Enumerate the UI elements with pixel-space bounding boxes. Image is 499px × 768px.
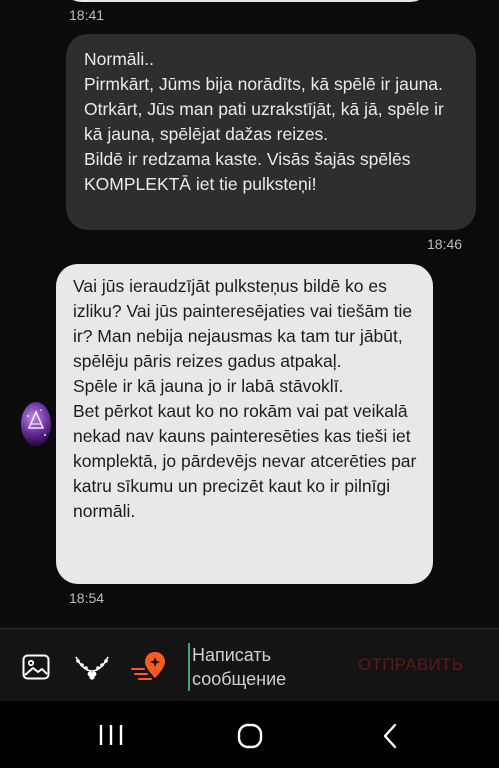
gallery-icon[interactable] [22, 654, 50, 680]
back-icon[interactable] [380, 723, 400, 749]
sticker-icon[interactable] [73, 653, 111, 681]
previous-message-bubble [60, 0, 432, 2]
message-timestamp: 18:41 [69, 7, 105, 23]
message-composer: Написать сообщение ОТПРАВИТЬ [0, 628, 499, 701]
message-timestamp: 18:54 [69, 590, 105, 606]
location-icon[interactable] [130, 649, 170, 685]
incoming-message[interactable]: Vai jūs ieraudzījāt pulksteņus bildē ko … [56, 264, 433, 584]
system-navigation-bar [0, 701, 499, 768]
recents-icon[interactable] [98, 723, 124, 747]
home-icon[interactable] [236, 723, 264, 749]
message-input[interactable]: Написать сообщение [188, 643, 348, 691]
send-button[interactable]: ОТПРАВИТЬ [358, 655, 482, 675]
chat-screen: 18:41 Normāli.. Pirmkārt, Jūms bija norā… [0, 0, 499, 768]
message-timestamp: 18:46 [427, 236, 463, 252]
avatar[interactable] [21, 402, 51, 446]
message-list[interactable]: 18:41 Normāli.. Pirmkārt, Jūms bija norā… [0, 0, 499, 628]
outgoing-message[interactable]: Normāli.. Pirmkārt, Jūms bija norādīts, … [66, 34, 476, 230]
